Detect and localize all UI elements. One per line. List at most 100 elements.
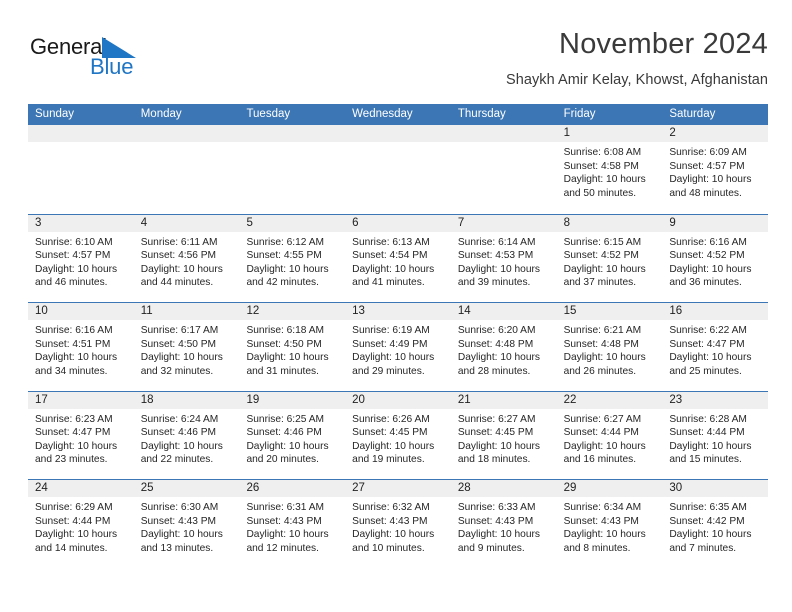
generalblue-logo: General Blue <box>30 34 230 90</box>
day-cell[interactable]: 26 Sunrise: 6:31 AM Sunset: 4:43 PM Dayligh… <box>239 480 346 568</box>
day-cell[interactable]: 21 Sunrise: 6:27 AM Sunset: 4:45 PM Dayligh… <box>450 391 557 479</box>
day-cell[interactable]: 6 Sunrise: 6:13 AM Sunset: 4:54 PM Daylight… <box>345 214 451 302</box>
calendar-week-row: 10 Sunrise: 6:16 AM Sunset: 4:51 PM Dayligh… <box>28 302 769 391</box>
daylight-text-line1: Daylight: 10 hours <box>35 263 118 275</box>
day-sun-info: Sunrise: 6:12 AM Sunset: 4:55 PM Daylight:… <box>239 232 345 290</box>
day-number <box>133 125 240 142</box>
day-cell[interactable]: 1 Sunrise: 6:08 AM Sunset: 4:58 PM Daylight… <box>556 125 663 214</box>
day-cell[interactable]: 25 Sunrise: 6:30 AM Sunset: 4:43 PM Dayligh… <box>133 480 240 568</box>
day-sun-info: Sunrise: 6:20 AM Sunset: 4:48 PM Daylight:… <box>451 320 557 378</box>
sunrise-text: Sunrise: 6:27 AM <box>563 413 642 425</box>
daylight-text-line2: and 39 minutes. <box>457 277 531 289</box>
daylight-text-line2: and 15 minutes. <box>669 454 742 466</box>
day-number: 1 <box>556 125 663 142</box>
day-cell[interactable]: 28 Sunrise: 6:33 AM Sunset: 4:43 PM Dayligh… <box>450 480 557 568</box>
day-cell[interactable]: 15 Sunrise: 6:21 AM Sunset: 4:48 PM Dayligh… <box>556 303 663 391</box>
sunrise-text: Sunrise: 6:25 AM <box>246 413 325 425</box>
day-cell[interactable]: 7 Sunrise: 6:14 AM Sunset: 4:53 PM Daylight… <box>450 214 557 302</box>
sunrise-text: Sunrise: 6:15 AM <box>563 236 642 248</box>
day-cell[interactable]: 20 Sunrise: 6:26 AM Sunset: 4:45 PM Dayligh… <box>345 391 451 479</box>
day-sun-info: Sunrise: 6:16 AM Sunset: 4:51 PM Daylight:… <box>28 320 134 378</box>
day-number: 15 <box>556 303 663 320</box>
calendar-week-row: 24 Sunrise: 6:29 AM Sunset: 4:44 PM Dayligh… <box>28 479 769 568</box>
day-cell[interactable]: 19 Sunrise: 6:25 AM Sunset: 4:46 PM Dayligh… <box>239 391 346 479</box>
calendar-week-row: 1 Sunrise: 6:08 AM Sunset: 4:58 PM Daylight… <box>28 125 769 214</box>
sunset-text: Sunset: 4:56 PM <box>140 250 217 262</box>
day-sun-info: Sunrise: 6:26 AM Sunset: 4:45 PM Daylight:… <box>345 409 451 467</box>
sunrise-text: Sunrise: 6:22 AM <box>669 325 747 336</box>
sunset-text: Sunset: 4:42 PM <box>669 515 745 527</box>
day-number: 26 <box>239 480 346 497</box>
day-cell[interactable]: 4 Sunrise: 6:11 AM Sunset: 4:56 PM Daylight… <box>133 214 240 302</box>
weekday-header-wednesday: Wednesday <box>352 108 413 120</box>
day-cell[interactable]: 16 Sunrise: 6:22 AM Sunset: 4:47 PM Dayligh… <box>662 303 769 391</box>
day-sun-info: Sunrise: 6:10 AM Sunset: 4:57 PM Daylight:… <box>28 232 134 290</box>
sunrise-text: Sunrise: 6:21 AM <box>563 325 642 336</box>
sunset-text: Sunset: 4:47 PM <box>669 338 745 350</box>
sunset-text: Sunset: 4:43 PM <box>246 515 322 527</box>
sunrise-text: Sunrise: 6:08 AM <box>563 147 642 158</box>
daylight-text-line2: and 26 minutes. <box>563 365 637 377</box>
sunrise-text: Sunrise: 6:30 AM <box>140 502 219 513</box>
sunset-text: Sunset: 4:47 PM <box>35 427 111 439</box>
day-cell[interactable]: 17 Sunrise: 6:23 AM Sunset: 4:47 PM Dayligh… <box>28 391 134 479</box>
sunrise-text: Sunrise: 6:19 AM <box>352 325 430 336</box>
day-cell[interactable]: 8 Sunrise: 6:15 AM Sunset: 4:52 PM Daylight… <box>556 214 663 302</box>
daylight-text-line2: and 18 minutes. <box>457 454 531 466</box>
day-sun-info: Sunrise: 6:08 AM Sunset: 4:58 PM Daylight:… <box>557 142 663 200</box>
day-cell[interactable]: 11 Sunrise: 6:17 AM Sunset: 4:50 PM Dayligh… <box>133 303 240 391</box>
day-cell[interactable]: 2 Sunrise: 6:09 AM Sunset: 4:57 PM Daylight… <box>662 125 769 214</box>
day-cell-empty <box>133 125 240 214</box>
sunrise-text: Sunrise: 6:29 AM <box>35 502 113 513</box>
daylight-text-line1: Daylight: 10 hours <box>35 440 118 452</box>
sunrise-text: Sunrise: 6:13 AM <box>352 236 430 248</box>
sunset-text: Sunset: 4:52 PM <box>669 250 745 262</box>
day-sun-info: Sunrise: 6:27 AM Sunset: 4:45 PM Daylight:… <box>451 409 557 467</box>
daylight-text-line1: Daylight: 10 hours <box>352 352 435 364</box>
sunset-text: Sunset: 4:43 PM <box>352 515 428 527</box>
day-sun-info: Sunrise: 6:29 AM Sunset: 4:44 PM Daylight:… <box>28 497 134 555</box>
daylight-text-line1: Daylight: 10 hours <box>563 263 646 275</box>
day-number: 10 <box>28 303 134 320</box>
daylight-text-line2: and 42 minutes. <box>246 277 319 289</box>
day-cell[interactable]: 27 Sunrise: 6:32 AM Sunset: 4:43 PM Dayligh… <box>345 480 451 568</box>
day-cell[interactable]: 22 Sunrise: 6:27 AM Sunset: 4:44 PM Dayligh… <box>556 391 663 479</box>
sunset-text: Sunset: 4:57 PM <box>669 160 745 172</box>
day-cell[interactable]: 14 Sunrise: 6:20 AM Sunset: 4:48 PM Dayligh… <box>450 303 557 391</box>
day-cell[interactable]: 9 Sunrise: 6:16 AM Sunset: 4:52 PM Daylight… <box>662 214 769 302</box>
sunrise-text: Sunrise: 6:27 AM <box>457 413 536 425</box>
daylight-text-line2: and 48 minutes. <box>669 187 742 199</box>
day-number: 20 <box>345 391 451 409</box>
sunset-text: Sunset: 4:50 PM <box>140 338 217 350</box>
sunrise-text: Sunrise: 6:18 AM <box>246 325 325 336</box>
day-number <box>345 125 451 142</box>
day-cell[interactable]: 18 Sunrise: 6:24 AM Sunset: 4:46 PM Dayligh… <box>133 391 240 479</box>
calendar-week-row: 3 Sunrise: 6:10 AM Sunset: 4:57 PM Daylight… <box>28 213 769 302</box>
day-cell-empty <box>239 125 346 214</box>
sunset-text: Sunset: 4:55 PM <box>246 250 322 262</box>
day-cell[interactable]: 5 Sunrise: 6:12 AM Sunset: 4:55 PM Daylight… <box>239 214 346 302</box>
day-cell[interactable]: 24 Sunrise: 6:29 AM Sunset: 4:44 PM Dayligh… <box>28 480 134 568</box>
day-cell[interactable]: 10 Sunrise: 6:16 AM Sunset: 4:51 PM Dayligh… <box>28 303 134 391</box>
daylight-text-line2: and 28 minutes. <box>457 365 531 377</box>
day-sun-info: Sunrise: 6:23 AM Sunset: 4:47 PM Daylight:… <box>28 409 134 467</box>
day-sun-info: Sunrise: 6:21 AM Sunset: 4:48 PM Daylight:… <box>557 320 663 378</box>
daylight-text-line1: Daylight: 10 hours <box>669 174 752 186</box>
day-cell[interactable]: 12 Sunrise: 6:18 AM Sunset: 4:50 PM Dayligh… <box>239 303 346 391</box>
daylight-text-line1: Daylight: 10 hours <box>246 529 329 541</box>
daylight-text-line2: and 23 minutes. <box>35 454 108 466</box>
sunset-text: Sunset: 4:44 PM <box>35 515 111 527</box>
day-cell[interactable]: 3 Sunrise: 6:10 AM Sunset: 4:57 PM Daylight… <box>28 214 134 302</box>
day-cell[interactable]: 29 Sunrise: 6:34 AM Sunset: 4:43 PM Dayligh… <box>556 480 663 568</box>
day-cell[interactable]: 23 Sunrise: 6:28 AM Sunset: 4:44 PM Dayligh… <box>662 391 769 479</box>
day-cell[interactable]: 13 Sunrise: 6:19 AM Sunset: 4:49 PM Dayligh… <box>345 303 451 391</box>
sunrise-text: Sunrise: 6:09 AM <box>669 147 747 158</box>
daylight-text-line2: and 50 minutes. <box>563 187 637 199</box>
logo-text-blue: Blue <box>90 54 134 79</box>
daylight-text-line1: Daylight: 10 hours <box>563 529 646 541</box>
day-cell[interactable]: 30 Sunrise: 6:35 AM Sunset: 4:42 PM Dayligh… <box>662 480 769 568</box>
calendar-page: General Blue November 2024 Shaykh Amir K… <box>0 0 792 612</box>
sunrise-text: Sunrise: 6:32 AM <box>352 502 430 513</box>
daylight-text-line2: and 31 minutes. <box>246 365 319 377</box>
daylight-text-line1: Daylight: 10 hours <box>246 352 329 364</box>
